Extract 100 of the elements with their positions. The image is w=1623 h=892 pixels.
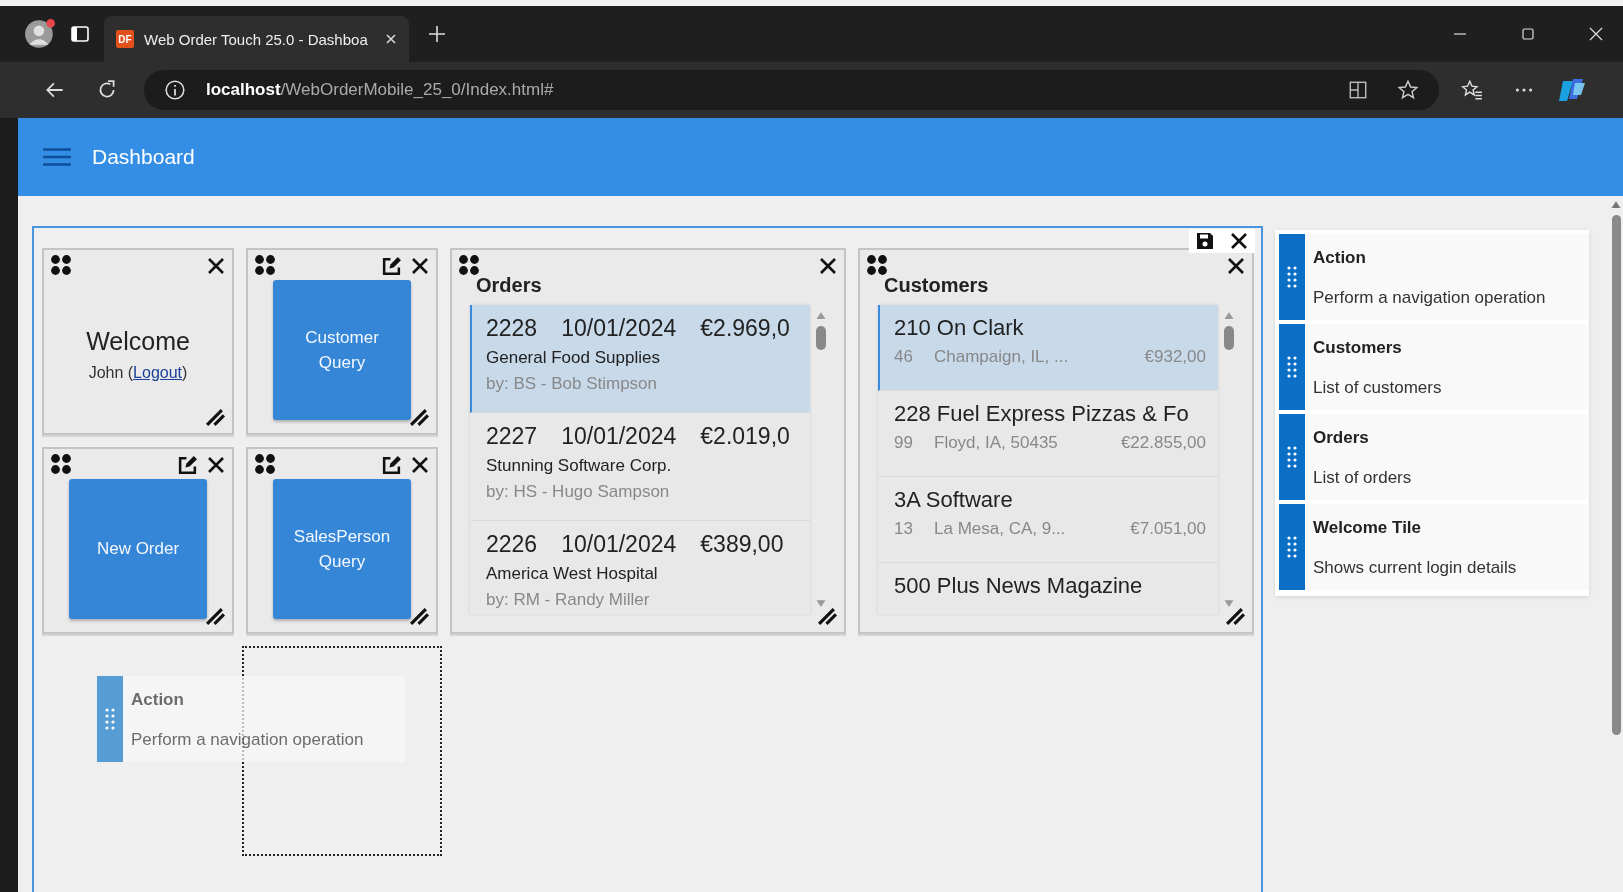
palette-item[interactable]: Action Perform a navigation operation bbox=[1279, 234, 1589, 320]
drag-handle-icon[interactable] bbox=[50, 453, 72, 475]
palette-item[interactable]: Welcome Tile Shows current login details bbox=[1279, 504, 1589, 590]
tile-button[interactable]: Customer Query bbox=[273, 279, 411, 420]
customer-name: 228 Fuel Express Pizzas & Fo bbox=[894, 401, 1190, 427]
order-amount: €2.019,0 bbox=[700, 423, 790, 450]
item-title: Orders bbox=[1313, 428, 1370, 448]
item-title: Action bbox=[131, 690, 185, 710]
logout-link[interactable]: Logout bbox=[133, 364, 183, 381]
customer-name: 500 Plus News Magazine bbox=[894, 573, 1144, 599]
star-icon[interactable] bbox=[1397, 79, 1419, 101]
browser-tab[interactable]: DF Web Order Touch 25.0 - Dashboa bbox=[104, 16, 409, 62]
customer-city: La Mesa, CA, 9... bbox=[934, 519, 1067, 539]
drag-handle-icon[interactable] bbox=[254, 254, 276, 276]
scroll-thumb[interactable] bbox=[816, 326, 826, 350]
resize-icon[interactable] bbox=[205, 406, 226, 427]
tile-button[interactable]: SalesPerson Query bbox=[273, 478, 411, 619]
customer-balance: €7.051,00 bbox=[1130, 519, 1206, 539]
close-icon[interactable] bbox=[1229, 231, 1249, 251]
salesperson-text: by: HS - Hugo Sampson bbox=[486, 482, 671, 502]
item-title: Action bbox=[1313, 248, 1367, 268]
item-title: Customers bbox=[1313, 338, 1403, 358]
drag-handle-icon[interactable] bbox=[1287, 536, 1297, 558]
page-title: Dashboard bbox=[92, 145, 195, 169]
drag-handle-icon[interactable] bbox=[1287, 266, 1297, 288]
address-bar[interactable]: localhost/WebOrderMobile_25_0/Index.html# bbox=[144, 70, 1439, 110]
edit-icon[interactable] bbox=[177, 455, 198, 476]
list-row[interactable]: 500 Plus News Magazine bbox=[878, 563, 1218, 614]
item-title: Welcome Tile bbox=[1313, 518, 1423, 538]
drag-handle-icon bbox=[105, 708, 115, 730]
edit-icon[interactable] bbox=[381, 455, 402, 476]
profile-icon[interactable] bbox=[24, 18, 56, 50]
resize-icon[interactable] bbox=[409, 605, 430, 626]
item-description: List of customers bbox=[1313, 378, 1442, 398]
order-date: 10/01/2024 bbox=[561, 423, 677, 450]
scroll-up-icon[interactable] bbox=[1610, 200, 1622, 209]
order-amount: €389,00 bbox=[700, 531, 784, 558]
resize-icon[interactable] bbox=[1225, 605, 1246, 626]
resize-icon[interactable] bbox=[817, 605, 838, 626]
customer-name: America West Hospital bbox=[486, 564, 659, 584]
order-number: 2226 bbox=[486, 531, 538, 558]
tile-button[interactable]: New Order bbox=[69, 478, 207, 619]
palette-item[interactable]: Orders List of orders bbox=[1279, 414, 1589, 500]
customer-number: 13 bbox=[894, 519, 914, 539]
save-icon[interactable] bbox=[1195, 231, 1215, 251]
drag-handle-icon[interactable] bbox=[254, 453, 276, 475]
list-row[interactable]: 2226 10/01/2024 €389,00 America West Hospital by: RM - Randy Miller bbox=[470, 521, 810, 614]
list-row[interactable]: 210 On Clark 46 Champaign, IL, ... €932,00 bbox=[878, 305, 1218, 391]
item-description: Perform a navigation operation bbox=[1313, 288, 1546, 308]
list-row[interactable]: 2228 10/01/2024 €2.969,0 General Food Supplies by: BS - Bob Stimpson bbox=[470, 305, 810, 413]
drag-handle-icon[interactable] bbox=[458, 254, 480, 276]
list-row[interactable]: 2227 10/01/2024 €2.019,0 Stunning Software Corp. by: HS - Hugo Sampson bbox=[470, 413, 810, 521]
tile-title: Orders bbox=[476, 274, 543, 297]
list-row[interactable]: 3A Software 13 La Mesa, CA, 9... €7.051,00 bbox=[878, 477, 1218, 563]
order-number: 2228 bbox=[486, 315, 538, 342]
favicon-logo: DF bbox=[116, 30, 134, 48]
scroll-thumb[interactable] bbox=[1611, 215, 1621, 735]
close-icon[interactable] bbox=[206, 455, 226, 475]
drag-handle-icon[interactable] bbox=[1287, 446, 1297, 468]
customer-city: Floyd, IA, 50435 bbox=[934, 433, 1059, 453]
drag-handle-icon[interactable] bbox=[866, 254, 888, 276]
palette-item[interactable]: Customers List of customers bbox=[1279, 324, 1589, 410]
close-icon[interactable] bbox=[410, 256, 430, 276]
customer-city: Champaign, IL, ... bbox=[934, 347, 1070, 367]
order-date: 10/01/2024 bbox=[561, 531, 677, 558]
customer-number: 46 bbox=[894, 347, 914, 367]
split-screen-icon[interactable] bbox=[1347, 79, 1369, 101]
scrollbar[interactable] bbox=[1609, 200, 1623, 735]
user-name: John (Logout) bbox=[88, 364, 188, 382]
list-row[interactable]: 228 Fuel Express Pizzas & Fo 99 Floyd, IA, 50435 €22.855,00 bbox=[878, 391, 1218, 477]
customer-number: 99 bbox=[894, 433, 914, 453]
favorites-icon[interactable] bbox=[1461, 79, 1483, 101]
drag-handle-icon[interactable] bbox=[50, 254, 72, 276]
order-date: 10/01/2024 bbox=[561, 315, 677, 342]
customer-balance: €22.855,00 bbox=[1120, 433, 1206, 453]
info-icon[interactable] bbox=[164, 79, 186, 101]
close-icon[interactable] bbox=[818, 256, 838, 276]
customer-name: 3A Software bbox=[894, 487, 1014, 513]
close-icon[interactable] bbox=[1226, 256, 1246, 276]
order-amount: €2.969,0 bbox=[700, 315, 790, 342]
close-icon[interactable] bbox=[410, 455, 430, 475]
tile-title: Customers bbox=[884, 274, 990, 297]
edit-icon[interactable] bbox=[381, 256, 402, 277]
tab-actions-icon[interactable] bbox=[70, 24, 90, 44]
resize-icon[interactable] bbox=[205, 605, 226, 626]
new-tab-icon[interactable] bbox=[427, 24, 447, 44]
item-description: List of orders bbox=[1313, 468, 1412, 488]
salesperson-text: by: BS - Bob Stimpson bbox=[486, 374, 659, 394]
item-description: Shows current login details bbox=[1313, 558, 1517, 578]
customer-name: General Food Supplies bbox=[486, 348, 661, 368]
resize-icon[interactable] bbox=[409, 406, 430, 427]
maximize-icon[interactable] bbox=[1521, 27, 1535, 41]
close-icon[interactable] bbox=[206, 256, 226, 276]
customer-name: Stunning Software Corp. bbox=[486, 456, 673, 476]
customer-name: 210 On Clark bbox=[894, 315, 1025, 341]
drag-handle-icon[interactable] bbox=[1287, 356, 1297, 378]
scroll-thumb[interactable] bbox=[1224, 326, 1234, 350]
customer-balance: €932,00 bbox=[1144, 347, 1206, 367]
salesperson-text: by: RM - Randy Miller bbox=[486, 590, 651, 610]
order-number: 2227 bbox=[486, 423, 538, 450]
